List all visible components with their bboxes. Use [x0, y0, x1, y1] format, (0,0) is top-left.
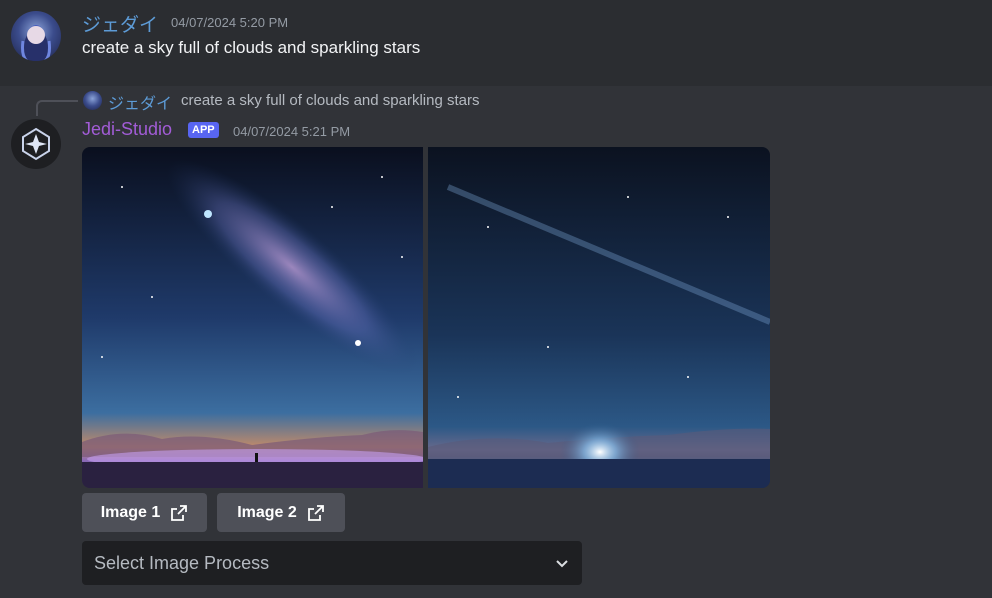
- bot-avatar[interactable]: [11, 119, 61, 169]
- image-2-link-button[interactable]: Image 2: [217, 493, 345, 532]
- user-avatar[interactable]: [11, 11, 61, 61]
- anime-avatar-icon: [21, 25, 51, 61]
- app-badge: APP: [188, 122, 219, 138]
- select-placeholder: Select Image Process: [94, 552, 270, 573]
- night-sky-image-1: [82, 147, 423, 488]
- button-label: Image 2: [237, 503, 297, 521]
- reply-spine: [36, 100, 78, 116]
- external-link-icon: [307, 504, 324, 521]
- reply-username[interactable]: ジェダイ: [108, 90, 172, 114]
- message-timestamp: 04/07/2024 5:20 PM: [171, 15, 289, 30]
- jedi-logo-icon: [22, 127, 50, 161]
- button-label: Image 1: [100, 503, 161, 521]
- external-link-icon: [171, 504, 188, 521]
- reply-avatar[interactable]: [83, 91, 102, 110]
- image-1-link-button[interactable]: Image 1: [82, 493, 207, 532]
- select-image-process-dropdown[interactable]: Select Image Process: [82, 541, 582, 585]
- generated-image-2[interactable]: [428, 147, 770, 488]
- reply-preview-text[interactable]: create a sky full of clouds and sparklin…: [181, 92, 479, 109]
- chevron-down-icon: [556, 560, 568, 568]
- night-sky-image-2: [428, 147, 770, 488]
- message-username[interactable]: ジェダイ: [82, 10, 158, 37]
- generated-image-1[interactable]: [82, 147, 423, 488]
- message-timestamp: 04/07/2024 5:21 PM: [233, 124, 351, 139]
- bot-username[interactable]: Jedi-Studio: [82, 119, 172, 140]
- message-content: create a sky full of clouds and sparklin…: [82, 38, 421, 57]
